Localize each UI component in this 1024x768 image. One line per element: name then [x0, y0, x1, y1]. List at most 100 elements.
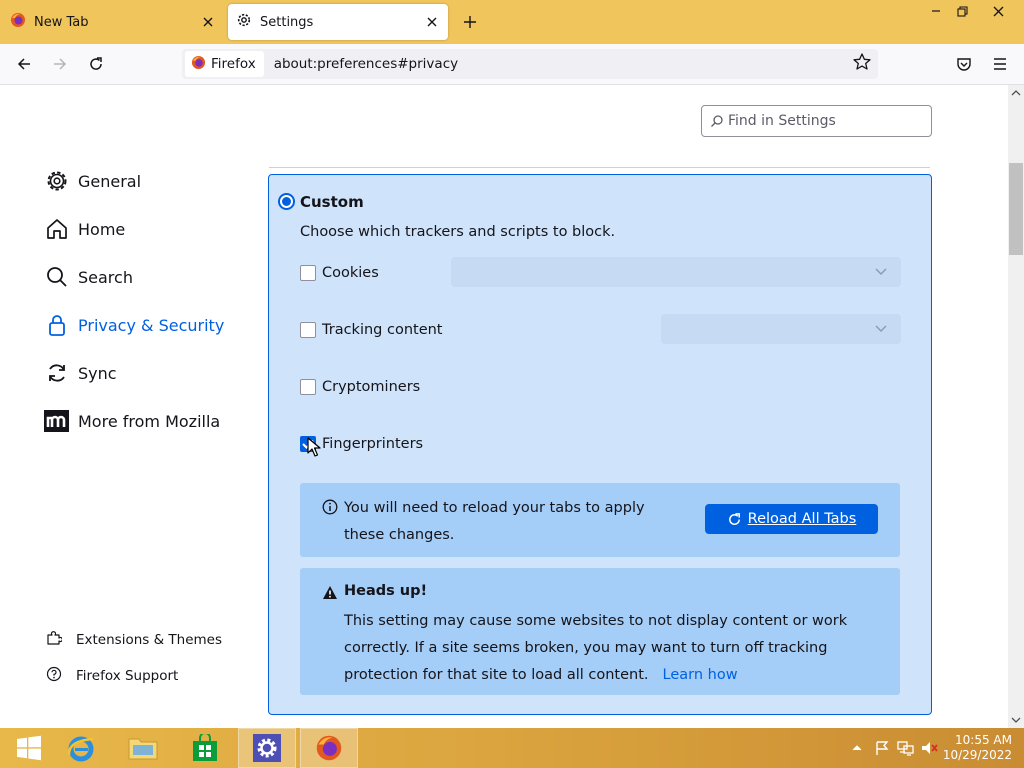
info-icon [322, 499, 338, 519]
option-label: Fingerprinters [322, 436, 424, 452]
tracking-content-dropdown[interactable] [661, 314, 901, 344]
file-explorer-taskbar-button[interactable] [114, 728, 172, 768]
sidebar-item-label: Home [78, 219, 126, 239]
action-center-flag-icon[interactable] [872, 728, 892, 768]
reload-button-label: Reload All Tabs [747, 511, 857, 527]
cryptominers-checkbox[interactable] [300, 379, 316, 395]
tracking-content-checkbox[interactable] [300, 322, 316, 338]
bookmark-star-icon[interactable] [852, 52, 872, 76]
cookies-checkbox[interactable] [300, 265, 316, 281]
warning-title: Heads up! [344, 583, 428, 599]
sidebar-item-label: Search [78, 267, 133, 287]
sidebar-item-search[interactable]: Search [44, 262, 133, 292]
custom-radio-label[interactable]: Custom [300, 193, 364, 211]
network-icon[interactable] [896, 728, 916, 768]
option-tracking-content[interactable]: Tracking content [300, 322, 443, 338]
reload-button[interactable] [82, 50, 110, 78]
option-label: Tracking content [322, 322, 443, 338]
internet-explorer-taskbar-button[interactable] [52, 728, 110, 768]
store-icon [193, 734, 217, 761]
find-in-settings[interactable] [701, 105, 932, 137]
firefox-icon [191, 55, 206, 74]
reload-all-tabs-button[interactable]: Reload All Tabs [705, 504, 878, 534]
show-hidden-icons-button[interactable] [848, 728, 866, 768]
warning-icon [322, 585, 338, 604]
close-window-button[interactable] [983, 0, 1013, 22]
pocket-icon [957, 58, 971, 71]
tab-strip: New Tab Settings [0, 0, 1024, 44]
tab-title: Settings [260, 14, 314, 30]
restore-button[interactable] [947, 0, 977, 22]
search-icon [711, 115, 723, 127]
tab-settings[interactable]: Settings [228, 4, 448, 40]
sidebar-item-label: Sync [78, 363, 117, 383]
volume-muted-icon[interactable] [920, 728, 940, 768]
section-divider [269, 167, 930, 168]
sidebar-item-label: Firefox Support [76, 668, 179, 684]
reload-icon [728, 512, 740, 525]
url-text[interactable]: about:preferences#privacy [274, 56, 458, 72]
firefox-icon [316, 735, 342, 761]
identity-label: Firefox [211, 56, 256, 72]
search-icon [44, 264, 70, 290]
help-icon [46, 666, 62, 686]
option-label: Cookies [322, 265, 379, 281]
sidebar-item-general[interactable]: General [44, 166, 141, 196]
start-button[interactable] [0, 728, 58, 768]
gear-icon [236, 12, 252, 32]
sidebar-item-more-from-mozilla[interactable]: More from Mozilla [44, 406, 220, 436]
sidebar-item-support[interactable]: Firefox Support [46, 666, 178, 686]
back-button[interactable] [10, 50, 38, 78]
scrollbar-thumb[interactable] [1009, 163, 1023, 255]
mouse-cursor-icon [307, 437, 321, 457]
url-bar[interactable]: Firefox about:preferences#privacy [182, 49, 878, 79]
tab-title: New Tab [34, 14, 89, 30]
firefox-icon [10, 12, 26, 32]
scroll-down-arrow-icon[interactable] [1008, 712, 1024, 728]
lock-icon [44, 312, 70, 338]
identity-box[interactable]: Firefox [185, 51, 264, 77]
close-tab-icon[interactable] [196, 10, 220, 34]
option-label: Cryptominers [322, 379, 421, 395]
option-cookies[interactable]: Cookies [300, 265, 379, 281]
scroll-up-arrow-icon[interactable] [1008, 85, 1024, 101]
custom-protection-panel: Custom Choose which trackers and scripts… [268, 174, 932, 715]
reload-icon [90, 57, 102, 70]
close-tab-icon[interactable] [420, 10, 444, 34]
folder-icon [128, 738, 158, 760]
tab-new-tab[interactable]: New Tab [0, 4, 224, 40]
learn-how-link[interactable]: Learn how [663, 667, 738, 683]
page-scrollbar[interactable] [1008, 85, 1024, 728]
custom-description: Choose which trackers and scripts to blo… [300, 224, 616, 240]
mozilla-logo-icon [44, 408, 70, 434]
menu-button[interactable] [986, 50, 1014, 78]
search-input[interactable] [728, 113, 918, 129]
internet-explorer-icon [67, 736, 94, 762]
control-panel-gear-icon [253, 734, 281, 762]
sidebar-item-label: General [78, 171, 142, 191]
firefox-taskbar-button[interactable] [300, 728, 358, 768]
cookies-dropdown[interactable] [451, 257, 901, 287]
system-clock[interactable]: 10:55 AM 10/29/2022 [943, 733, 1012, 763]
settings-page: General Home Search Privacy & Security S… [0, 85, 1008, 728]
sidebar-item-home[interactable]: Home [44, 214, 125, 244]
chevron-up-icon [852, 745, 862, 751]
settings-taskbar-button[interactable] [238, 728, 296, 768]
plus-icon [464, 16, 476, 28]
store-taskbar-button[interactable] [176, 728, 234, 768]
option-cryptominers[interactable]: Cryptominers [300, 379, 420, 395]
custom-radio[interactable] [278, 193, 295, 210]
forward-button[interactable] [46, 50, 74, 78]
pocket-button[interactable] [950, 50, 978, 78]
windows-logo-icon [17, 735, 41, 761]
sidebar-item-sync[interactable]: Sync [44, 358, 117, 388]
gear-icon [44, 168, 70, 194]
reload-notice: You will need to reload your tabs to app… [300, 483, 900, 557]
new-tab-button[interactable] [456, 8, 484, 36]
puzzle-piece-icon [46, 630, 63, 650]
sidebar-item-label: More from Mozilla [78, 411, 221, 431]
back-arrow-icon [17, 58, 30, 70]
reload-message: You will need to reload your tabs to app… [344, 500, 645, 543]
sidebar-item-extensions[interactable]: Extensions & Themes [46, 630, 222, 650]
sidebar-item-privacy[interactable]: Privacy & Security [44, 310, 224, 340]
